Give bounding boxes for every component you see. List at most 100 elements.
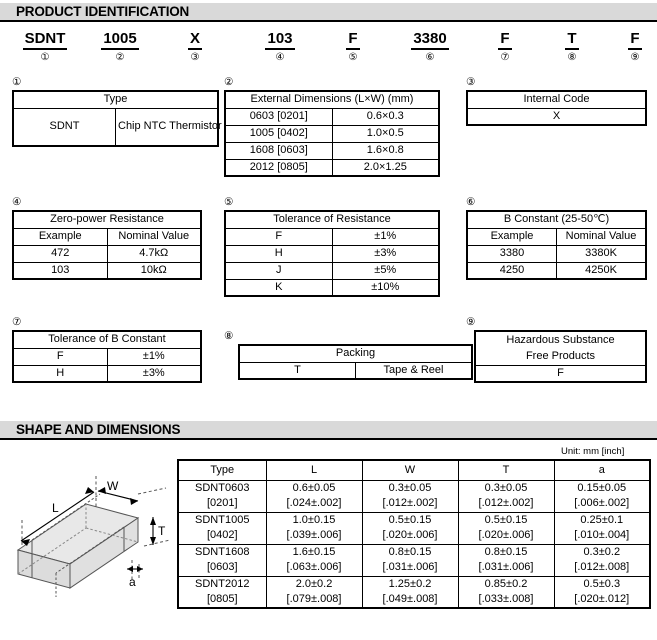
dimension-label-W: W [107, 479, 119, 493]
table-row: Zero-power Resistance [12, 210, 202, 229]
table-row: 1608 [0603] 1.6×0.8 [224, 141, 440, 160]
external-dimensions-header: External Dimensions (L×W) (mm) [224, 90, 440, 109]
external-dimensions-size-cell: 1608 [0603] [224, 141, 333, 160]
dimensions-table: Type L W T a SDNT0603 0.6±0.05 0.3±0.05 … [177, 459, 651, 609]
shape-and-dimensions-title: SHAPE AND DIMENSIONS [16, 422, 181, 437]
dim-L-mm: 1.0±0.15 [265, 511, 363, 528]
table-row: SDNT0603 0.6±0.05 0.3±0.05 0.3±0.05 0.15… [177, 479, 651, 496]
dim-T-mm: 0.3±0.05 [457, 479, 555, 496]
part-code-segment-4: 103 ④ [245, 30, 315, 64]
b-constant-value-cell: 4250K [556, 261, 647, 280]
zero-power-resistance-value-cell: 4.7kΩ [106, 244, 202, 263]
b-constant-table: B Constant (25-50℃) Example Nominal Valu… [466, 210, 647, 280]
b-constant-subheader-nominal: Nominal Value [556, 227, 647, 246]
dim-T-mm: 0.5±0.15 [457, 511, 555, 528]
packing-value-cell: Tape & Reel [355, 361, 473, 380]
table-row: Free Products [474, 348, 647, 366]
dim-type-in: [0402] [177, 528, 267, 545]
dim-L-mm: 2.0±0.2 [265, 575, 363, 592]
table-row: B Constant (25-50℃) [466, 210, 647, 229]
dimensions-col-type: Type [177, 459, 267, 481]
part-code-value-6: 3380 [411, 31, 449, 50]
dim-T-in: [.033±.008] [457, 592, 555, 609]
hazardous-substance-header-line1: Hazardous Substance [474, 330, 647, 348]
table-row: [0402] [.039±.006] [.020±.006] [.020±.00… [177, 528, 651, 545]
part-code-index-8: ⑧ [567, 52, 577, 63]
dim-W-in: [.031±.006] [361, 560, 459, 577]
zero-power-resistance-table: Zero-power Resistance Example Nominal Va… [12, 210, 202, 280]
table-row: [0201] [.024±.002] [.012±.002] [.012±.00… [177, 496, 651, 513]
dim-W-in: [.012±.002] [361, 496, 459, 513]
dim-a-in: [.006±.002] [553, 496, 651, 513]
part-code-value-8: T [565, 31, 579, 50]
dimensions-col-T: T [457, 459, 555, 481]
dim-T-mm: 0.8±0.15 [457, 543, 555, 560]
packing-table: Packing T Tape & Reel [238, 344, 473, 380]
table-row: F [474, 364, 647, 383]
internal-code-value-cell: X [466, 107, 647, 126]
dim-type-mm: SDNT0603 [177, 479, 267, 496]
dim-type-in: [0805] [177, 592, 267, 609]
external-dimensions-size-cell: 2012 [0805] [224, 158, 333, 177]
part-number-decode-row: SDNT ① 1005 ② X ③ 103 ④ F ⑤ 3380 ⑥ F ⑦ T… [0, 30, 657, 70]
dim-T-mm: 0.85±0.2 [457, 575, 555, 592]
part-code-segment-5: F ⑤ [318, 30, 388, 64]
dim-L-mm: 0.6±0.05 [265, 479, 363, 496]
dimensions-col-W: W [361, 459, 459, 481]
table-row: 1005 [0402] 1.0×0.5 [224, 124, 440, 143]
table-row: T Tape & Reel [238, 361, 473, 380]
tolerance-of-resistance-value-cell: ±1% [331, 227, 440, 246]
part-code-index-3: ③ [190, 52, 200, 63]
dim-W-mm: 1.25±0.2 [361, 575, 459, 592]
external-dimensions-value-cell: 1.0×0.5 [331, 124, 440, 143]
dim-L-in: [.063±.006] [265, 560, 363, 577]
b-constant-subheader-example: Example [466, 227, 557, 246]
marker-type-table: ① [12, 76, 22, 88]
packing-code-cell: T [238, 361, 356, 380]
part-code-index-6: ⑥ [425, 52, 435, 63]
part-code-value-1: SDNT [22, 31, 68, 50]
table-row: H ±3% [224, 244, 440, 263]
dim-type-mm: SDNT2012 [177, 575, 267, 592]
dimensions-table-header-row: Type L W T a [177, 459, 651, 481]
part-code-segment-3: X ③ [160, 30, 230, 64]
type-code-cell: SDNT [12, 107, 116, 147]
b-constant-header: B Constant (25-50℃) [466, 210, 647, 229]
dim-type-in: [0201] [177, 496, 267, 513]
zero-power-resistance-header: Zero-power Resistance [12, 210, 202, 229]
part-code-value-2: 1005 [101, 31, 139, 50]
type-name-cell: Chip NTC Thermistor [115, 107, 222, 147]
part-code-segment-9: F ⑨ [600, 30, 657, 64]
marker-external-dimensions-table: ② [224, 76, 234, 88]
table-row: 103 10kΩ [12, 261, 202, 280]
part-code-index-7: ⑦ [500, 52, 510, 63]
external-dimensions-size-cell: 1005 [0402] [224, 124, 333, 143]
table-row: SDNT2012 2.0±0.2 1.25±0.2 0.85±0.2 0.5±0… [177, 575, 651, 592]
packing-header: Packing [238, 344, 473, 363]
zero-power-resistance-example-cell: 472 [12, 244, 108, 263]
table-row: Tolerance of Resistance [224, 210, 440, 229]
dim-L-in: [.039±.006] [265, 528, 363, 545]
table-row: K ±10% [224, 278, 440, 297]
marker-packing-table: ⑧ [224, 330, 234, 342]
external-dimensions-value-cell: 1.6×0.8 [331, 141, 440, 160]
part-code-segment-7: F ⑦ [470, 30, 540, 64]
table-row: Internal Code [466, 90, 647, 109]
tolerance-of-resistance-code-cell: J [224, 261, 333, 280]
part-code-index-4: ④ [275, 52, 285, 63]
b-constant-example-cell: 3380 [466, 244, 557, 263]
table-row: Tolerance of B Constant [12, 330, 202, 349]
marker-internal-code-table: ③ [466, 76, 476, 88]
part-code-segment-8: T ⑧ [537, 30, 607, 64]
tolerance-of-b-constant-code-cell: F [12, 347, 108, 366]
part-code-value-5: F [346, 31, 360, 50]
marker-tolerance-of-resistance-table: ⑤ [224, 196, 234, 208]
part-code-value-3: X [187, 31, 202, 50]
dim-type-mm: SDNT1005 [177, 511, 267, 528]
zero-power-resistance-value-cell: 10kΩ [106, 261, 202, 280]
table-row: H ±3% [12, 364, 202, 383]
dim-a-mm: 0.25±0.1 [553, 511, 651, 528]
table-row: [0805] [.079±.008] [.049±.008] [.033±.00… [177, 592, 651, 609]
table-row: External Dimensions (L×W) (mm) [224, 90, 440, 109]
marker-b-constant-table: ⑥ [466, 196, 476, 208]
